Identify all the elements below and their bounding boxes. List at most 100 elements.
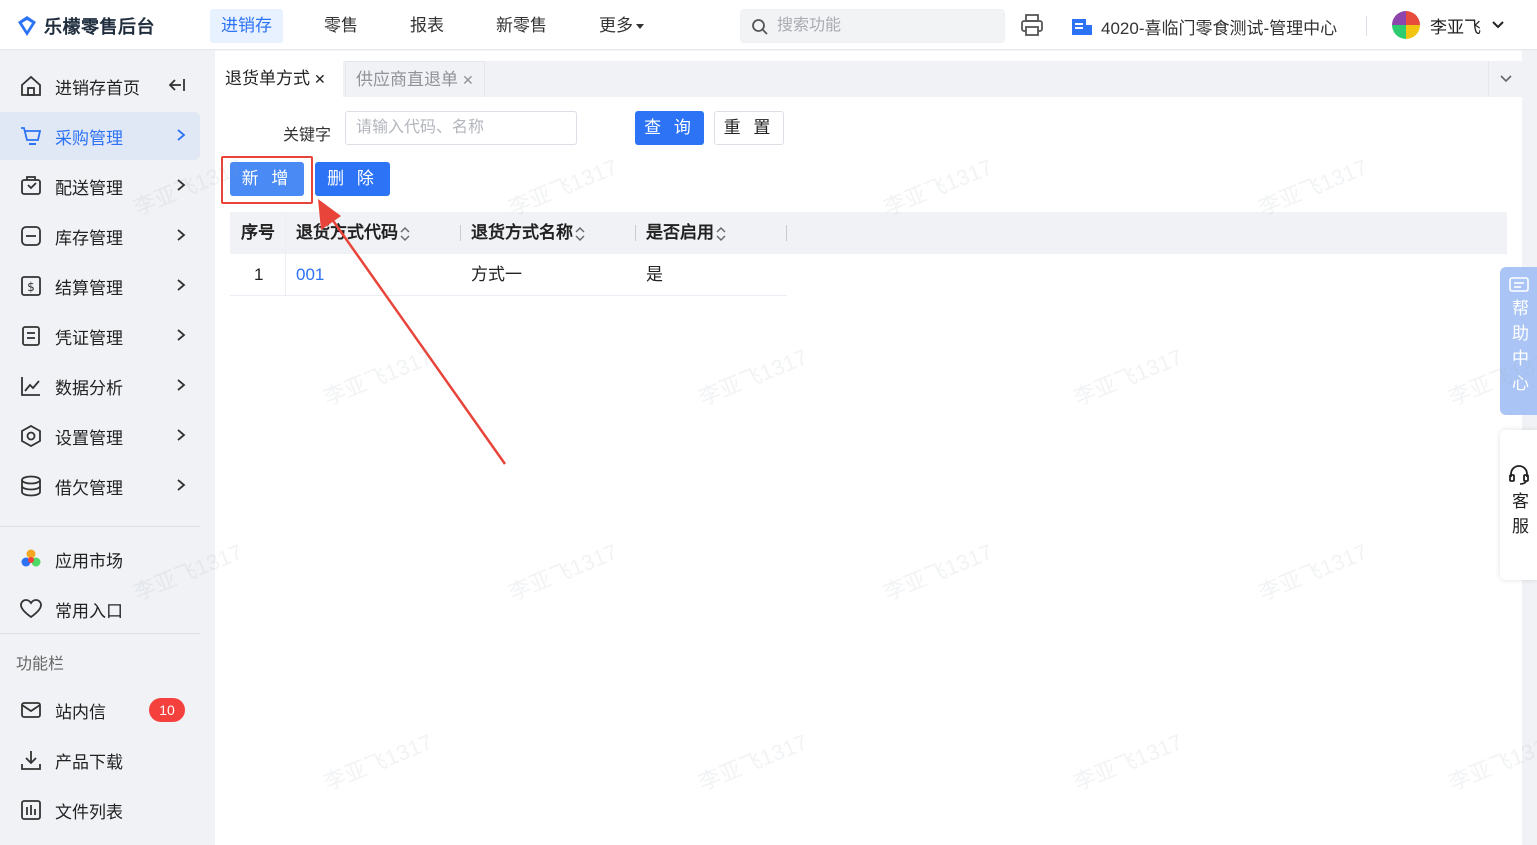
- search-box[interactable]: [740, 9, 1005, 43]
- headset-icon: [1508, 465, 1529, 485]
- search-icon: [752, 19, 768, 35]
- sidebar-item-analysis[interactable]: 数据分析: [0, 362, 200, 410]
- column-header-index: 序号: [241, 223, 275, 242]
- column-divider: [786, 225, 787, 241]
- search-input[interactable]: [777, 10, 997, 42]
- topnav-item-inventory[interactable]: 进销存: [210, 9, 283, 43]
- sidebar: 进销存首页 采购管理 配送管理 库存管理 $ 结算管理 凭证管理 数据分析 设置…: [0, 51, 215, 845]
- cart-icon: [18, 123, 44, 149]
- keyword-input[interactable]: [345, 111, 577, 145]
- header-divider: [1366, 16, 1367, 36]
- settings-icon: [18, 423, 44, 449]
- caret-down-icon: [636, 24, 644, 30]
- sidebar-item-label: 设置管理: [55, 428, 123, 448]
- store-selector[interactable]: 4020-喜临门零食测试-管理中心: [1071, 14, 1337, 39]
- sidebar-item-inventory-home[interactable]: 进销存首页: [0, 62, 200, 110]
- tab-bar: 退货单方式 ✕ 供应商直退单 ✕: [215, 61, 1522, 97]
- sidebar-item-label: 结算管理: [55, 278, 123, 298]
- chevron-right-icon: [177, 179, 186, 191]
- data-table: 序号 退货方式代码 退货方式名称 是否启用 1 001 方式一 是: [230, 212, 1507, 296]
- tab-supplier-return[interactable]: 供应商直退单 ✕: [345, 61, 485, 97]
- table-row[interactable]: 1 001 方式一 是: [230, 254, 787, 296]
- topnav-item-retail[interactable]: 零售: [313, 9, 369, 43]
- close-icon[interactable]: ✕: [314, 71, 326, 87]
- customer-service-label: 客服: [1509, 492, 1528, 542]
- delete-button[interactable]: 删 除: [315, 162, 390, 196]
- topnav-more-label: 更多: [599, 16, 633, 35]
- sidebar-item-download[interactable]: 产品下载: [0, 736, 200, 784]
- cell-name: 方式一: [471, 265, 522, 284]
- debt-icon: [18, 473, 44, 499]
- store-name: 4020-喜临门零食测试-管理中心: [1101, 19, 1338, 38]
- printer-icon[interactable]: [1020, 13, 1044, 37]
- chevron-right-icon: [177, 129, 186, 141]
- app-market-icon: [18, 546, 44, 572]
- cell-enabled: 是: [646, 265, 663, 284]
- cell-index: 1: [254, 265, 264, 284]
- sidebar-item-stock[interactable]: 库存管理: [0, 212, 200, 260]
- tab-label: 供应商直退单: [356, 70, 458, 89]
- column-header-label: 是否启用: [646, 223, 714, 242]
- sidebar-item-label: 凭证管理: [55, 328, 123, 348]
- collapse-sidebar-icon[interactable]: [168, 76, 186, 94]
- column-divider: [635, 225, 636, 241]
- sidebar-item-files[interactable]: 文件列表: [0, 786, 200, 834]
- sidebar-divider: [0, 633, 200, 634]
- column-header-label: 退货方式名称: [471, 223, 573, 242]
- chevron-right-icon: [177, 379, 186, 391]
- svg-text:$: $: [27, 280, 35, 294]
- topnav-item-reports[interactable]: 报表: [399, 9, 455, 43]
- avatar: [1392, 11, 1420, 39]
- sidebar-item-settings[interactable]: 设置管理: [0, 412, 200, 460]
- help-center-panel[interactable]: 帮助中心: [1500, 267, 1537, 415]
- user-menu[interactable]: 李亚飞: [1392, 11, 1505, 39]
- sidebar-item-label: 进销存首页: [55, 78, 140, 98]
- sidebar-item-label: 采购管理: [55, 128, 123, 148]
- column-header-code[interactable]: 退货方式代码: [296, 212, 410, 254]
- sidebar-item-voucher[interactable]: 凭证管理: [0, 312, 200, 360]
- tab-label: 退货单方式: [225, 69, 310, 88]
- topnav-item-new-retail[interactable]: 新零售: [485, 9, 558, 43]
- customer-service-panel[interactable]: 客服: [1500, 430, 1537, 580]
- sidebar-item-label: 常用入口: [55, 601, 123, 621]
- top-bar: 乐檬零售后台 进销存 零售 报表 新零售 更多 4020-喜临门零食测试-管理中…: [0, 0, 1537, 50]
- sidebar-item-purchase[interactable]: 采购管理: [0, 112, 200, 160]
- mail-icon: [18, 697, 44, 723]
- download-icon: [18, 747, 44, 773]
- heart-icon: [18, 596, 44, 622]
- sidebar-item-app-market[interactable]: 应用市场: [0, 535, 200, 583]
- sidebar-item-debt[interactable]: 借欠管理: [0, 462, 200, 510]
- column-header-name[interactable]: 退货方式名称: [471, 212, 585, 254]
- home-icon: [18, 73, 44, 99]
- chat-icon: [1508, 277, 1529, 292]
- chart-icon: [18, 373, 44, 399]
- add-button[interactable]: 新 增: [230, 162, 304, 196]
- topnav-item-more[interactable]: 更多: [588, 9, 655, 43]
- sidebar-divider: [0, 526, 200, 527]
- column-header-enabled[interactable]: 是否启用: [646, 212, 726, 254]
- voucher-icon: [18, 323, 44, 349]
- sidebar-item-delivery[interactable]: 配送管理: [0, 162, 200, 210]
- chevron-down-icon: [1492, 21, 1504, 29]
- sidebar-item-label: 应用市场: [55, 551, 123, 571]
- cell-code-link[interactable]: 001: [296, 254, 324, 296]
- sort-icon[interactable]: [716, 226, 726, 242]
- sidebar-item-label: 文件列表: [55, 802, 123, 822]
- sort-icon[interactable]: [400, 226, 410, 242]
- chevron-right-icon: [177, 229, 186, 241]
- tab-dropdown-button[interactable]: [1488, 61, 1522, 97]
- section-title: 功能栏: [16, 656, 65, 673]
- app-logo[interactable]: 乐檬零售后台: [16, 13, 155, 39]
- sidebar-item-favorites[interactable]: 常用入口: [0, 585, 200, 633]
- brand-name: 乐檬零售后台: [44, 17, 155, 37]
- sort-icon[interactable]: [575, 226, 585, 242]
- settlement-icon: $: [18, 273, 44, 299]
- chevron-right-icon: [177, 329, 186, 341]
- sidebar-item-settlement[interactable]: $ 结算管理: [0, 262, 200, 310]
- index-column-border: [285, 212, 286, 296]
- reset-button[interactable]: 重 置: [714, 111, 784, 145]
- query-button[interactable]: 查 询: [635, 111, 704, 145]
- sidebar-item-messages[interactable]: 站内信 10: [0, 686, 200, 734]
- tab-return-method[interactable]: 退货单方式 ✕: [215, 61, 343, 97]
- close-icon[interactable]: ✕: [462, 72, 474, 88]
